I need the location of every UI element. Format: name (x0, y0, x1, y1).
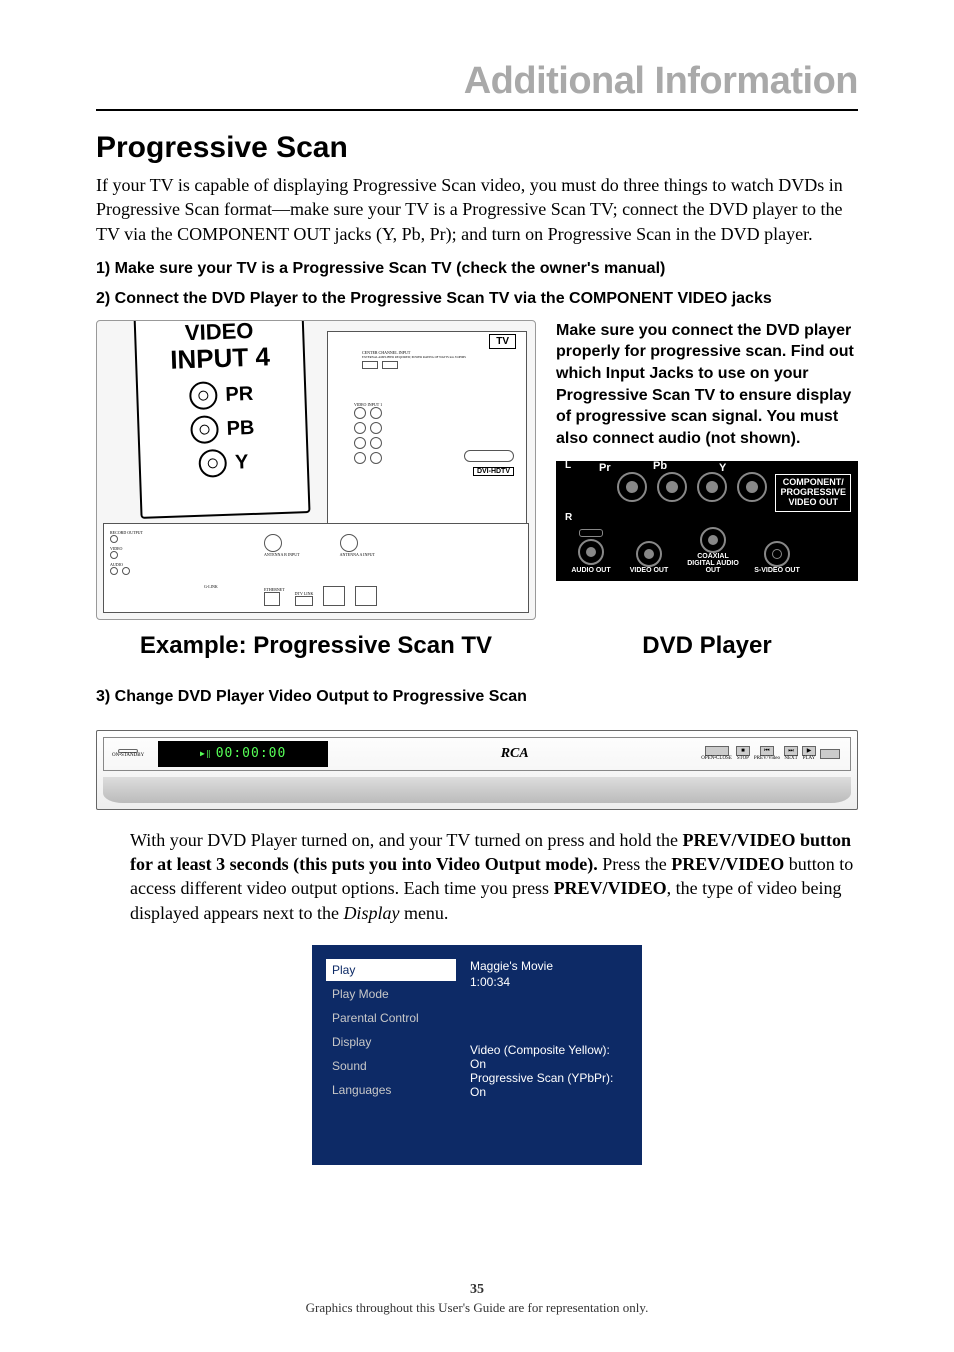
menu-item-display: Display (326, 1031, 456, 1053)
connection-note: Make sure you connect the DVD player pro… (556, 320, 858, 450)
dvd-pb-jack-icon (657, 472, 687, 502)
tiny-eth: ETHERNET (264, 587, 285, 592)
exp-i: menu. (399, 903, 448, 923)
dvd-pb-label: Pb (653, 460, 667, 472)
brand-logo: RCA (328, 746, 701, 762)
tiny-dtv: DTV LINK (295, 591, 314, 596)
explain-paragraph: With your DVD Player turned on, and your… (130, 828, 858, 925)
exp-h: Display (343, 903, 399, 923)
display-time: 00:00:00 (216, 746, 287, 761)
dvd-pr-jack-icon (617, 472, 647, 502)
stop-icon: ■ (736, 746, 750, 756)
cutout-input-label: INPUT 4 (143, 342, 298, 373)
footer-note: Graphics throughout this User's Guide ar… (0, 1300, 954, 1316)
audio-out-jack-icon (578, 539, 604, 565)
menu-item-play-mode: Play Mode (326, 983, 456, 1005)
tiny-glink: G-LINK (204, 584, 218, 589)
caption-tv: Example: Progressive Scan TV (96, 632, 536, 660)
next-icon: ⏭ (784, 746, 798, 756)
video-out-label: VIDEO OUT (625, 567, 673, 574)
coax-out-jack-icon (700, 527, 726, 553)
tiny-anta: ANTENNA A INPUT (340, 552, 375, 557)
menu-item-sound: Sound (326, 1055, 456, 1077)
page-footer: 35 Graphics throughout this User's Guide… (0, 1282, 954, 1316)
tiny-antb: ANTENNA B INPUT (264, 552, 300, 557)
page-number: 35 (0, 1282, 954, 1298)
standby-label: ON•STANDBY (112, 753, 144, 758)
diagram-captions: Example: Progressive Scan TV DVD Player (96, 632, 858, 660)
tv-lower-panel: RECORD OUTPUT VIDEO AUDIO G-LINK ANTENNA… (103, 523, 529, 613)
dvd-front-panel: ON•STANDBY ▶‖ 00:00:00 RCA OPEN•CLOSE ■S… (96, 730, 858, 810)
open-label: OPEN•CLOSE (701, 756, 732, 761)
y-label: Y (235, 451, 249, 474)
dvd-y-label: Y (719, 462, 726, 474)
y-jack-icon (199, 449, 228, 478)
prev-label: PREV/Video (754, 756, 780, 761)
svideo-out-label: S-VIDEO OUT (753, 567, 801, 574)
tray2-icon (820, 749, 840, 759)
menu-item-languages: Languages (326, 1079, 456, 1101)
chapter-title: Additional Information (96, 60, 858, 103)
play-icon: ▶ (802, 746, 816, 756)
onscreen-menu: Play Play Mode Parental Control Display … (312, 945, 642, 1165)
front-display: ▶‖ 00:00:00 (158, 741, 328, 767)
stop-label: STOP (737, 756, 749, 761)
comp-line2: PROGRESSIVE (780, 487, 846, 497)
menu-item-parental: Parental Control (326, 1007, 456, 1029)
play-label: PLAY (803, 756, 816, 761)
exp-c: Press the (598, 854, 672, 874)
next-label: NEXT (784, 756, 797, 761)
r-label: R (565, 512, 572, 523)
tv-diagram: TV CENTER CHANNEL INPUT EXTERNAL AMPLIFI… (96, 320, 536, 620)
l-label: L (565, 460, 571, 471)
dvd-pr-label: Pr (599, 462, 611, 474)
exp-a: With your DVD Player turned on, and your… (130, 830, 683, 850)
pb-jack-icon (190, 415, 219, 444)
component-out-label: COMPONENT/ PROGRESSIVE VIDEO OUT (775, 474, 851, 512)
exp-d: PREV/VIDEO (671, 854, 784, 874)
audio-out-label: AUDIO OUT (567, 567, 615, 574)
menu-time: 1:00:34 (470, 975, 628, 989)
prev-icon: ⏮ (760, 746, 774, 756)
menu-progressive-line: Progressive Scan (YPbPr): On (470, 1071, 628, 1099)
exp-f: PREV/VIDEO (554, 878, 667, 898)
pr-label: PR (225, 382, 254, 406)
step-3: 3) Change DVD Player Video Output to Pro… (96, 688, 858, 706)
video-input-cutout: VIDEO INPUT 4 PR PB Y (133, 320, 310, 519)
connection-diagram: TV CENTER CHANNEL INPUT EXTERNAL AMPLIFI… (96, 320, 858, 620)
caption-dvd: DVD Player (556, 632, 858, 660)
section-heading: Progressive Scan (96, 131, 858, 165)
video-out-jack-icon (636, 541, 662, 567)
front-controls: OPEN•CLOSE ■STOP ⏮PREV/Video ⏭NEXT ▶PLAY (701, 746, 840, 761)
svideo-out-jack-icon (764, 541, 790, 567)
tray-icon (705, 746, 729, 756)
intro-paragraph: If your TV is capable of displaying Prog… (96, 173, 858, 246)
header-rule (96, 109, 858, 111)
pb-label: PB (226, 416, 255, 440)
dvd-extra-jack-icon (737, 472, 767, 502)
tv-label: TV (489, 334, 516, 349)
step-1: 1) Make sure your TV is a Progressive Sc… (96, 260, 858, 278)
menu-item-play: Play (326, 959, 456, 981)
tiny-amp-label: EXTERNAL AMPLIFIER REQUIRED; POWER RATIN… (362, 355, 522, 359)
comp-line3: VIDEO OUT (788, 497, 838, 507)
coax-out-label: COAXIAL DIGITAL AUDIO OUT (683, 553, 743, 574)
pr-jack-icon (189, 381, 218, 410)
comp-line1: COMPONENT/ (783, 477, 844, 487)
dvd-back-panel: L Pr Pb Y COMPONENT/ PROGRESSIVE VIDEO O… (556, 461, 858, 581)
dvd-y-jack-icon (697, 472, 727, 502)
step-2: 2) Connect the DVD Player to the Progres… (96, 290, 858, 308)
menu-video-line: Video (Composite Yellow): On (470, 1043, 628, 1071)
menu-title: Maggie's Movie (470, 959, 628, 973)
cutout-video-label: VIDEO (142, 320, 297, 346)
dvi-label: DVI-HDTV (473, 467, 514, 476)
